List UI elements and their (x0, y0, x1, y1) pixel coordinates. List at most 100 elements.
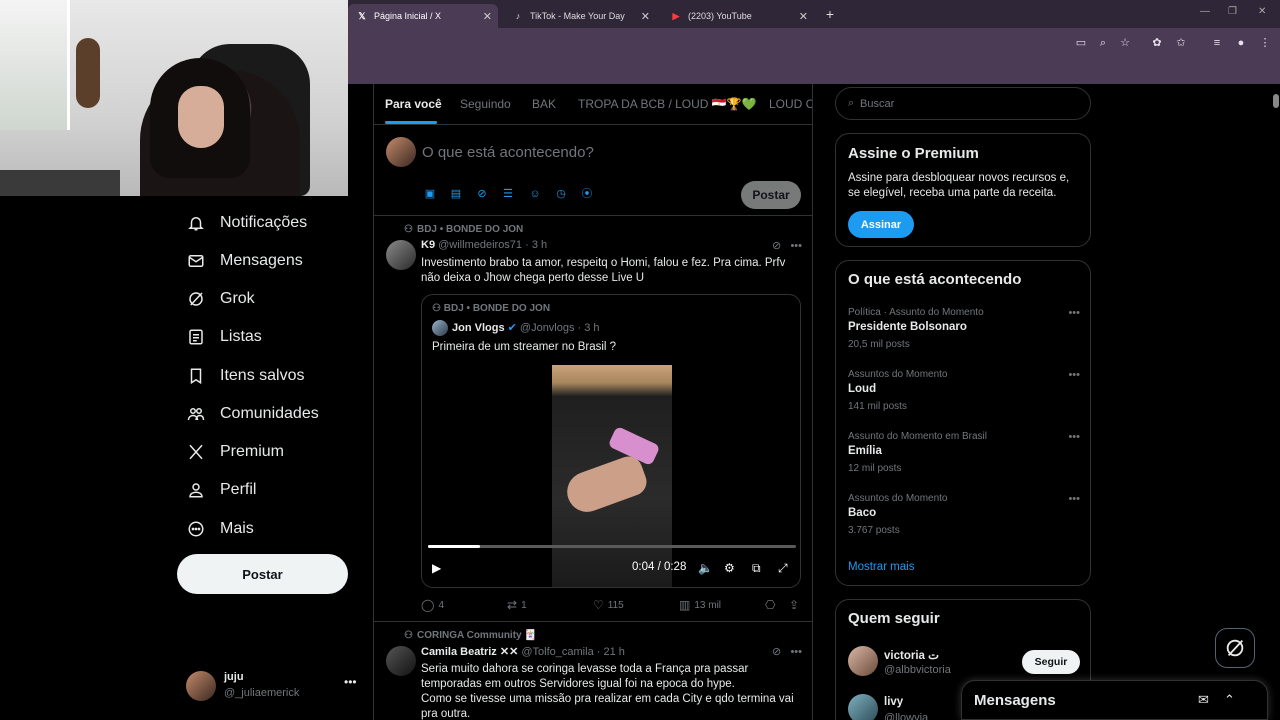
cast-icon[interactable]: ▭ (1074, 36, 1088, 50)
like-button[interactable]: ♡ 115 (593, 598, 624, 612)
settings-icon[interactable]: ⚙ (724, 561, 735, 575)
tab-tropa-bcb[interactable]: TROPA DA BCB / LOUD 🇪🇬🏆💚 (578, 97, 757, 111)
nav-lists[interactable]: Listas (186, 322, 262, 352)
search-input[interactable] (860, 94, 1080, 114)
browser-tabbar: 𝕏 Página Inicial / X ✕ ♪ TikTok - Make Y… (348, 0, 1280, 28)
close-window-icon[interactable]: ✕ (1258, 6, 1266, 17)
nav-more[interactable]: Mais (186, 514, 254, 544)
follow-button[interactable]: Seguir (1022, 650, 1080, 674)
poll-icon[interactable]: ☰ (501, 187, 515, 201)
minimize-icon[interactable]: — (1200, 6, 1210, 17)
trend-item[interactable]: Assuntos do Momento Baco 3.767 posts ••• (848, 493, 1080, 549)
avatar[interactable] (386, 646, 416, 676)
tab-loud[interactable]: LOUD Co (769, 97, 812, 111)
reply-button[interactable]: ◯ 4 (421, 598, 444, 612)
expand-icon[interactable]: ⌃ (1224, 692, 1235, 708)
more-icon[interactable]: ••• (790, 240, 802, 252)
profile-icon[interactable]: ● (1234, 36, 1248, 50)
location-icon[interactable]: ⦿ (580, 187, 594, 201)
volume-icon[interactable]: 🔈 (698, 561, 713, 575)
page-scrollbar[interactable] (1272, 84, 1280, 720)
nav-grok[interactable]: Grok (186, 284, 255, 314)
nav-notifications[interactable]: Notificações (186, 208, 307, 238)
bookmark-star-icon[interactable]: ✩ (1174, 36, 1188, 50)
zoom-icon[interactable]: ⌕ (1096, 36, 1110, 50)
author-name[interactable]: Camila Beatriz ✕✕ (421, 646, 518, 658)
reply-count: 4 (438, 599, 444, 611)
restore-icon[interactable]: ❐ (1228, 6, 1237, 17)
messages-drawer[interactable]: Mensagens ✉ ⌃ (961, 680, 1268, 720)
close-icon[interactable]: ✕ (799, 10, 808, 23)
author-name[interactable]: K9 (421, 239, 435, 251)
tweet-text: Investimento brabo ta amor, respeitq o H… (421, 257, 786, 284)
tab-bak[interactable]: BAK (532, 97, 556, 111)
nav-communities[interactable]: Comunidades (186, 399, 319, 429)
trend-item[interactable]: Assunto do Momento em Brasil Emília 12 m… (848, 431, 1080, 487)
nav-profile[interactable]: Perfil (186, 475, 256, 505)
show-more-link[interactable]: Mostrar mais (848, 561, 914, 573)
extension-icon[interactable]: ✿ (1150, 36, 1164, 50)
search-box[interactable]: ⌕ (835, 87, 1091, 120)
scrollbar-thumb[interactable] (1273, 94, 1279, 108)
menu-icon[interactable]: ⋮ (1258, 36, 1272, 50)
nav-messages[interactable]: Mensagens (186, 246, 303, 276)
trend-title: Loud (848, 383, 877, 395)
play-icon[interactable]: ▶ (432, 561, 441, 575)
compose-input[interactable]: O que está acontecendo? (422, 144, 594, 161)
video-player[interactable]: ▶ 0:04 / 0:28 🔈 ⚙ ⧉ ⤢ (422, 365, 800, 587)
more-icon[interactable]: ••• (344, 675, 357, 689)
tab-for-you[interactable]: Para você (385, 97, 442, 111)
author-handle[interactable]: @willmedeiros71 · 3 h (438, 239, 547, 251)
nav-premium[interactable]: Premium (186, 437, 284, 467)
star-icon[interactable]: ☆ (1118, 36, 1132, 50)
schedule-icon[interactable]: ◷ (554, 187, 568, 201)
browser-tab-x[interactable]: 𝕏 Página Inicial / X ✕ (348, 4, 498, 28)
browser-tab-youtube[interactable]: ▶ (2203) YouTube ✕ (662, 4, 814, 28)
bookmark-button[interactable]: ⎔ (765, 598, 779, 612)
pip-icon[interactable]: ⧉ (752, 561, 761, 576)
more-icon[interactable]: ••• (1068, 493, 1080, 505)
grok-icon[interactable]: ⊘ (772, 646, 781, 658)
suggestion-handle: @albbvictoria (884, 664, 951, 676)
follow-suggestion[interactable]: victoria ت @albbvictoria Seguir (848, 646, 1080, 682)
avatar (848, 646, 878, 676)
share-button[interactable]: ⇪ (789, 598, 803, 612)
more-icon[interactable]: ••• (1068, 307, 1080, 319)
new-message-icon[interactable]: ✉ (1198, 692, 1209, 708)
views-button[interactable]: ▥ 13 mil (679, 598, 721, 612)
image-icon[interactable]: ▣ (423, 187, 437, 201)
trends-title: O que está acontecendo (848, 271, 1022, 288)
new-tab-button[interactable]: + (822, 6, 838, 22)
people-icon (186, 404, 206, 424)
author-handle[interactable]: @Tolfo_camila · 21 h (521, 646, 625, 658)
nav-bookmarks[interactable]: Itens salvos (186, 361, 304, 391)
more-icon[interactable]: ••• (1068, 431, 1080, 443)
browser-tab-tiktok[interactable]: ♪ TikTok - Make Your Day ✕ (504, 4, 656, 28)
close-icon[interactable]: ✕ (641, 10, 650, 23)
trend-item[interactable]: Política · Assunto do Momento Presidente… (848, 307, 1080, 363)
tweet[interactable]: ⚇ BDJ • BONDE DO JON K9 @willmedeiros71 ·… (374, 216, 812, 622)
post-button[interactable]: Postar (177, 554, 348, 594)
avatar[interactable] (386, 240, 416, 270)
subscribe-button[interactable]: Assinar (848, 211, 914, 238)
video-progress-bar[interactable] (428, 545, 796, 548)
quote-header: Jon Vlogs ✔ @Jonvlogs · 3 h (452, 321, 600, 334)
fullscreen-icon[interactable]: ⤢ (778, 561, 788, 576)
close-icon[interactable]: ✕ (483, 10, 492, 23)
tweet[interactable]: ⚇ CORINGA Community 🃏 Camila Beatriz ✕✕ @… (374, 622, 812, 720)
grok-floating-button[interactable] (1215, 628, 1255, 668)
more-icon[interactable]: ••• (1068, 369, 1080, 381)
compose-post-button[interactable]: Postar (741, 181, 801, 209)
more-icon[interactable]: ••• (790, 646, 802, 658)
gif-icon[interactable]: ▤ (449, 187, 463, 201)
retweet-button[interactable]: ⇄ 1 (507, 598, 527, 612)
reading-list-icon[interactable]: ≡ (1210, 36, 1224, 50)
grok-icon[interactable]: ⊘ (772, 240, 781, 252)
quoted-tweet[interactable]: ⚇ BDJ • BONDE DO JON Jon Vlogs ✔ @Jonvlo… (421, 294, 801, 588)
grok-icon[interactable]: ⊘ (475, 187, 489, 201)
tab-following[interactable]: Seguindo (460, 97, 511, 111)
follow-title: Quem seguir (848, 610, 940, 627)
emoji-icon[interactable]: ☺ (528, 187, 542, 201)
account-switcher[interactable]: juju @_juliaemerick ••• (186, 669, 361, 705)
trend-item[interactable]: Assuntos do Momento Loud 141 mil posts •… (848, 369, 1080, 425)
